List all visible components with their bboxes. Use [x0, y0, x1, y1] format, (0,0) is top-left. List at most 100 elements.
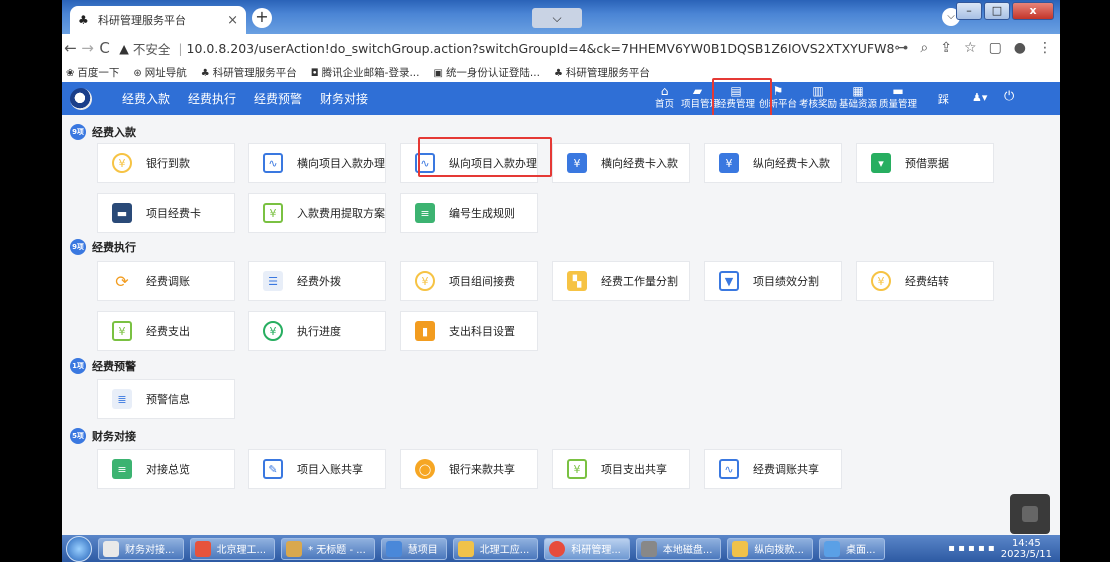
card-bank-income-share[interactable]: ◯ 银行来款共享 [400, 449, 538, 489]
bookmark-item[interactable]: ♣ 科研管理服务平台 [201, 65, 297, 80]
taskbar-item[interactable]: 本地磁盘... [635, 537, 722, 560]
tab-search-dropdown[interactable]: ⌵ [532, 8, 582, 28]
forward-icon[interactable]: → [79, 39, 96, 57]
card-bank-receipt[interactable]: ¥ 银行到款 [97, 143, 235, 183]
warning-icon: ▲ [119, 40, 129, 56]
clock-date: 2023/5/11 [1000, 548, 1052, 560]
taskbar-item[interactable]: 桌面... [818, 537, 885, 560]
sidepanel-icon[interactable]: ▢ [989, 40, 1002, 56]
tray-icons[interactable]: ▪ ▪ ▪ ▪ ▪ [948, 543, 995, 554]
card-expense-subjects[interactable]: ▮ 支出科目设置 [400, 311, 538, 351]
bookmark-item[interactable]: ♣ 科研管理服务平台 [554, 65, 650, 80]
card-indirect-fee[interactable]: ¥ 项目组间接费 [400, 261, 538, 301]
card-project-funding-card[interactable]: ▬ 项目经费卡 [97, 193, 235, 233]
main-content: 9项 经费入款 ¥ 银行到款 ∿ 横向项目入款办理 ∿ 纵向项目入款办理 ¥ 横向经费卡… [62, 115, 1060, 535]
module-quality[interactable]: ▬ 质量管理 [878, 82, 918, 115]
person-icon: ♟ [972, 91, 982, 104]
bookmark-item[interactable]: ⊛ 网址导航 [133, 65, 186, 80]
clock[interactable]: 14:45 2023/5/11 [1001, 538, 1052, 560]
clock-time: 14:45 [1011, 537, 1041, 549]
card-horizontal-card-income[interactable]: ¥ 横向经费卡入款 [552, 143, 690, 183]
card-fund-transfer[interactable]: ⟳ 经费调账 [97, 261, 235, 301]
card-performance-split[interactable]: ▼ 项目绩效分割 [704, 261, 842, 301]
bookmark-item[interactable]: ◘ 腾讯企业邮箱-登录... [311, 65, 420, 80]
minimize-button[interactable]: – [956, 2, 982, 20]
yuan-doc-icon: ¥ [112, 321, 132, 341]
app-icon [103, 540, 119, 557]
bookmarks-bar: ❀ 百度一下 ⊛ 网址导航 ♣ 科研管理服务平台 ◘ 腾讯企业邮箱-登录... ▣ 统一身… [62, 62, 1060, 82]
binder-icon: ▮ [415, 321, 435, 341]
paint-icon [286, 540, 303, 557]
card-income-extraction-plan[interactable]: ¥ 入款费用提取方案 [248, 193, 386, 233]
back-icon[interactable]: ← [62, 39, 79, 57]
site-favicon-icon: ♣ [553, 67, 563, 79]
user-dropdown[interactable]: 踩 [938, 91, 949, 107]
module-resources[interactable]: ▦ 基础资源 [838, 82, 878, 115]
disk-icon [640, 540, 657, 557]
maximize-button[interactable]: □ [984, 2, 1010, 20]
split-square-icon: ▚ [567, 271, 587, 291]
card-project-expense-share[interactable]: ¥ 项目支出共享 [552, 449, 690, 489]
section-header-execution: 9项 经费执行 [70, 239, 136, 255]
card-workload-split[interactable]: ▚ 经费工作量分割 [552, 261, 690, 301]
bookmark-star-icon[interactable]: ☆ [964, 40, 977, 56]
desktop-icon [823, 540, 840, 557]
tab-close-icon[interactable]: × [227, 13, 238, 28]
taskbar-item[interactable]: 纵向拨款... [727, 537, 813, 560]
section-count-badge: 1项 [70, 358, 86, 374]
card-carry-over[interactable]: ¥ 经费结转 [856, 261, 994, 301]
card-number-rules[interactable]: ≡ 编号生成规则 [400, 193, 538, 233]
menu-item-income[interactable]: 经费入款 [122, 90, 170, 107]
insecure-label: 不安全 [132, 41, 171, 57]
highlight-box-vertical-income [418, 137, 552, 177]
taskbar-item[interactable]: 北理工应... [452, 537, 539, 560]
reload-icon[interactable]: C [96, 39, 113, 57]
taskbar-item[interactable]: * 无标题 - ... [281, 537, 375, 560]
browser-tab[interactable]: ♣ 科研管理服务平台 × [70, 6, 246, 34]
chart-icon: ▥ [812, 84, 824, 98]
url-separator: | [178, 40, 183, 56]
bookmark-item[interactable]: ▣ 统一身份认证登陆... [433, 65, 539, 80]
module-projects[interactable]: ▰ 项目管理 [681, 82, 719, 115]
new-tab-button[interactable]: + [252, 8, 272, 28]
menu-item-warning[interactable]: 经费预警 [254, 90, 302, 107]
logout-power-icon[interactable]: ⏻ [1004, 89, 1014, 104]
module-assessment[interactable]: ▥ 考核奖励 [798, 82, 838, 115]
module-home[interactable]: ⌂ 首页 [648, 82, 681, 115]
close-window-button[interactable]: x [1012, 2, 1054, 20]
section-title: 经费入款 [92, 126, 136, 139]
card-project-entry-share[interactable]: ✎ 项目入账共享 [248, 449, 386, 489]
card-horizontal-income[interactable]: ∿ 横向项目入款办理 [248, 143, 386, 183]
section-header-warning: 1项 经费预警 [70, 358, 136, 374]
card-warning-info[interactable]: ≣ 预警信息 [97, 379, 235, 419]
card-fund-outbound[interactable]: ☰ 经费外拨 [248, 261, 386, 301]
document-icon: ≡ [415, 203, 435, 223]
menu-kebab-icon[interactable]: ⋮ [1038, 40, 1052, 56]
person-dropdown[interactable]: ♟▾ [972, 91, 987, 104]
wallet-icon: ▾ [871, 153, 891, 173]
taskbar-item[interactable]: 财务对接... [98, 537, 184, 560]
floating-widget-button[interactable] [1010, 494, 1050, 534]
start-button[interactable] [66, 535, 92, 562]
url-text: 10.0.8.203/userAction!do_switchGroup.act… [186, 40, 895, 56]
share-icon[interactable]: ⇪ [940, 40, 952, 56]
profile-icon[interactable]: ● [1014, 40, 1026, 56]
app-icon [385, 540, 402, 557]
bookmark-item[interactable]: ❀ 百度一下 [66, 65, 119, 80]
site-favicon-icon: ♣ [200, 67, 210, 79]
card-advance-receipt[interactable]: ▾ 预借票据 [856, 143, 994, 183]
menu-item-execution[interactable]: 经费执行 [188, 90, 236, 107]
taskbar-item[interactable]: 科研管理... [544, 537, 630, 560]
card-fund-transfer-share[interactable]: ∿ 经费调账共享 [704, 449, 842, 489]
card-expenditure[interactable]: ¥ 经费支出 [97, 311, 235, 351]
zoom-icon[interactable]: ⌕ [920, 40, 928, 56]
menu-item-finance[interactable]: 财务对接 [320, 90, 368, 107]
taskbar-item[interactable]: 北京理工... [189, 537, 276, 560]
url-field[interactable]: ▲ 不安全 | 10.0.8.203/userAction!do_switchG… [119, 39, 894, 58]
card-execution-progress[interactable]: ¥ 执行进度 [248, 311, 386, 351]
grid-icon: ▦ [852, 84, 864, 98]
card-vertical-card-income[interactable]: ¥ 纵向经费卡入款 [704, 143, 842, 183]
key-icon[interactable]: ⊶ [894, 40, 908, 56]
card-overview[interactable]: ≡ 对接总览 [97, 449, 235, 489]
taskbar-item[interactable]: 慧项目 [380, 537, 447, 560]
